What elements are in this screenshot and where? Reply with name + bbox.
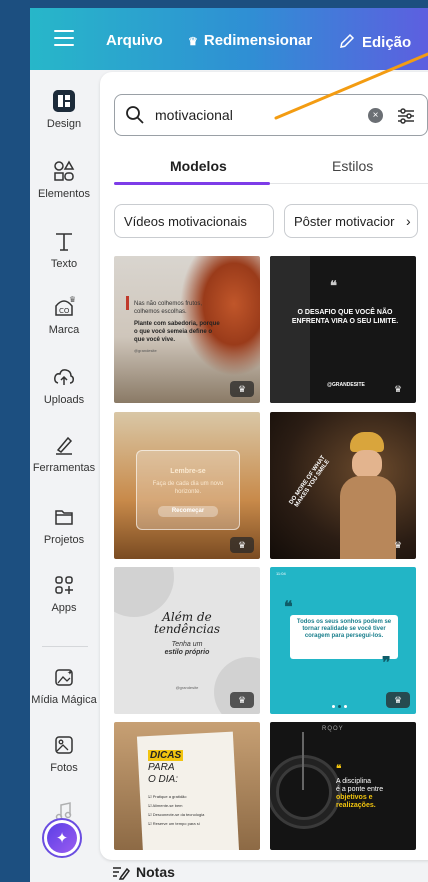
annotation-arrow: [274, 52, 428, 120]
